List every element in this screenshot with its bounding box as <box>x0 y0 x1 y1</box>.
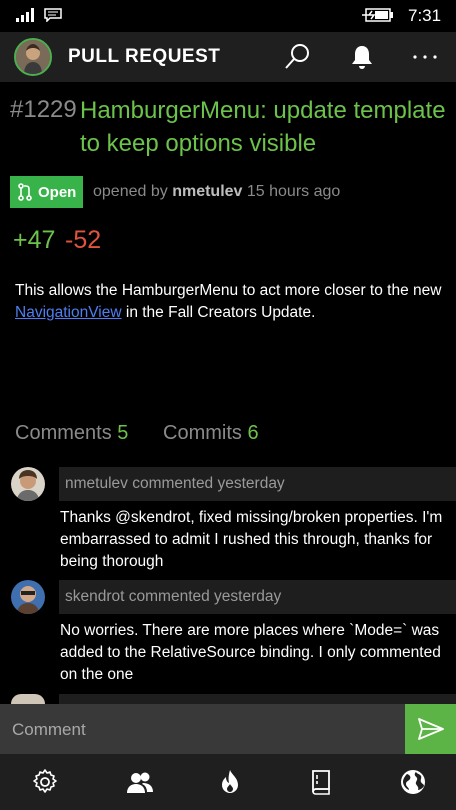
more-options-icon[interactable] <box>410 42 440 72</box>
user-avatar[interactable] <box>14 38 52 76</box>
explore-icon[interactable] <box>399 768 427 796</box>
avatar[interactable] <box>11 580 45 614</box>
tab-comments-label: Comments <box>15 422 112 444</box>
tab-commits[interactable]: Commits 6 <box>163 422 259 445</box>
opened-by-line: opened by nmetulev 15 hours ago <box>93 183 340 201</box>
status-badge: Open <box>10 176 83 208</box>
clock: 7:31 <box>408 6 442 25</box>
description-text: This allows the HamburgerMenu to act mor… <box>15 282 442 299</box>
author-link[interactable]: nmetulev <box>172 183 242 200</box>
battery-icon <box>362 8 393 22</box>
send-button[interactable] <box>405 704 456 754</box>
tab-comments-count: 5 <box>117 422 129 444</box>
additions-count: +47 <box>13 226 56 254</box>
pull-request-icon <box>18 183 32 201</box>
avatar[interactable] <box>11 467 45 501</box>
tab-commits-label: Commits <box>163 422 242 444</box>
tab-comments[interactable]: Comments 5 <box>15 422 128 445</box>
message-icon <box>44 8 62 22</box>
trending-icon[interactable] <box>216 768 244 796</box>
tab-commits-count: 6 <box>247 422 259 444</box>
comment-header: skendrot commented yesterday <box>59 580 456 614</box>
avatar-image <box>16 40 50 74</box>
deletions-count: -52 <box>65 226 102 254</box>
opened-time: 15 hours ago <box>246 183 341 200</box>
pr-title: HamburgerMenu: update template to keep o… <box>80 97 446 157</box>
people-icon[interactable] <box>126 768 154 796</box>
send-icon <box>418 718 444 740</box>
comment-header: nmetulev commented yesterday <box>59 467 456 501</box>
comment-header <box>59 694 456 704</box>
status-badge-label: Open <box>38 184 77 201</box>
commenter-avatar-image <box>11 467 45 501</box>
comment-body: Thanks @skendrot, fixed missing/broken p… <box>60 509 443 570</box>
status-bar: 7:31 <box>0 0 456 32</box>
page-title: PULL REQUEST <box>68 46 221 67</box>
opened-by-prefix: opened by <box>93 183 168 200</box>
signal-icon <box>16 8 38 22</box>
app-bar: PULL REQUEST <box>0 32 456 82</box>
navigationview-link[interactable]: NavigationView <box>15 304 122 321</box>
settings-icon[interactable] <box>31 768 59 796</box>
bottom-navigation <box>0 754 456 810</box>
comment-body: No worries. There are more places where … <box>60 622 441 683</box>
comment-input[interactable]: Comment <box>0 704 405 754</box>
description-text-end: in the Fall Creators Update. <box>125 304 316 321</box>
pr-description: This allows the HamburgerMenu to act mor… <box>15 280 445 324</box>
repository-icon[interactable] <box>308 768 336 796</box>
search-icon[interactable] <box>282 42 312 72</box>
avatar <box>11 694 45 704</box>
pr-number: #1229 <box>10 96 77 123</box>
notifications-icon[interactable] <box>347 42 377 72</box>
commenter-avatar-image <box>11 580 45 614</box>
